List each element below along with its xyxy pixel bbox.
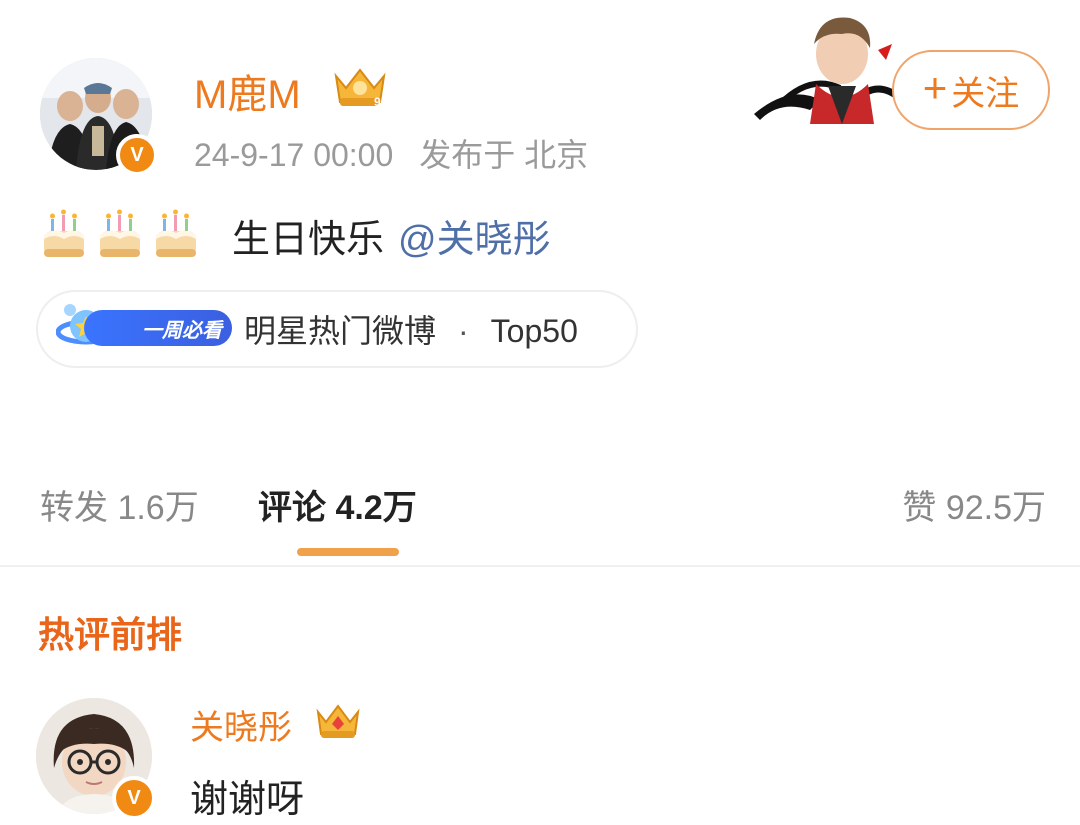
commenter-avatar[interactable]: V [36,698,160,822]
follow-button[interactable]: + 关注 [892,50,1050,130]
commenter-name[interactable]: 关晓彤 [190,700,292,749]
hot-tag-separator: · [458,313,469,349]
verified-badge: V [112,776,156,820]
post-tabs: 转发 1.6万 评论 4.2万 赞 92.5万 [0,470,1080,570]
plus-icon: + [922,64,948,111]
hot-tag-rank: Top50 [490,313,578,349]
post-location: 发布于 北京 [419,137,589,173]
tab-repost[interactable]: 转发 1.6万 [40,480,199,529]
author-avatar[interactable]: V [40,58,158,176]
post-meta: 24-9-17 00:00 发布于 北京 [194,130,588,176]
hot-tag-category: 明星热门微博 [244,313,437,349]
hot-tag-text: 明星热门微博 · Top50 [244,306,578,352]
crown-icon: 9 [330,62,390,110]
svg-text:9: 9 [374,95,381,109]
post-header: V M鹿M 9 24-9-17 00:00 发布于 北京 + 关注 [0,0,1080,190]
hot-comments-title: 热评前排 [38,614,183,655]
post-body: 生日快乐 @关晓彤 [40,205,551,265]
tab-like[interactable]: 赞 92.5万 [902,480,1046,529]
weekly-must-see-badge: 一周必看 [56,292,232,366]
mention-link[interactable]: @关晓彤 [398,219,551,261]
follow-button-label: 关注 [951,74,1020,113]
active-tab-indicator [297,548,399,556]
cake-icon [96,209,144,261]
cake-icon [152,209,200,261]
crown-icon [314,700,362,742]
author-name[interactable]: M鹿M [194,62,301,120]
post-text: 生日快乐 @关晓彤 [232,208,551,263]
divider [0,565,1080,567]
verified-badge: V [116,134,158,176]
hot-ranking-tag[interactable]: 一周必看 明星热门微博 · Top50 [38,292,636,366]
tab-comment[interactable]: 评论 4.2万 [258,480,417,529]
comment-item: V 关晓彤 谢谢呀 [0,690,1080,825]
post-message: 生日快乐 [232,218,385,261]
cake-icon [40,209,88,261]
weekly-must-see-label: 一周必看 [84,310,232,346]
comment-text: 谢谢呀 [190,779,305,821]
post-timestamp: 24-9-17 00:00 [194,137,394,173]
